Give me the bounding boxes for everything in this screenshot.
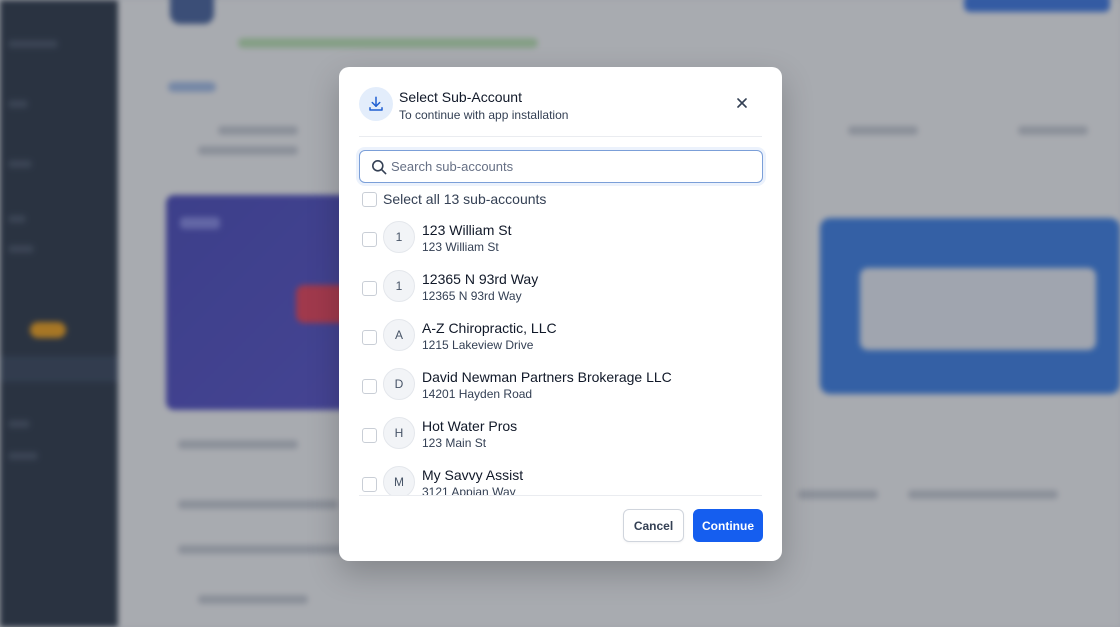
list-item[interactable]: D David Newman Partners Brokerage LLC 14… bbox=[359, 360, 763, 409]
search-input[interactable] bbox=[391, 152, 762, 181]
continue-button[interactable]: Continue bbox=[693, 509, 763, 542]
account-address: 12365 N 93rd Way bbox=[422, 289, 522, 303]
account-name: 12365 N 93rd Way bbox=[422, 271, 539, 287]
sub-account-list[interactable]: 1 123 William St 123 William St 1 12365 … bbox=[359, 213, 763, 495]
account-address: 14201 Hayden Road bbox=[422, 387, 533, 401]
dialog-header: Select Sub-Account To continue with app … bbox=[359, 87, 762, 137]
footer-divider bbox=[359, 495, 762, 496]
account-avatar: 1 bbox=[383, 270, 415, 302]
account-avatar: A bbox=[383, 319, 415, 351]
download-icon bbox=[359, 87, 393, 121]
cancel-button[interactable]: Cancel bbox=[623, 509, 684, 542]
list-item[interactable]: A A-Z Chiropractic, LLC 1215 Lakeview Dr… bbox=[359, 311, 763, 360]
select-sub-account-dialog: Select Sub-Account To continue with app … bbox=[339, 67, 782, 561]
select-all-label: Select all 13 sub-accounts bbox=[383, 191, 547, 207]
account-name: My Savvy Assist bbox=[422, 467, 524, 483]
account-checkbox[interactable] bbox=[362, 330, 377, 345]
account-avatar: 1 bbox=[383, 221, 415, 253]
search-box bbox=[359, 150, 763, 183]
account-name: 123 William St bbox=[422, 222, 512, 238]
account-name: A-Z Chiropractic, LLC bbox=[422, 320, 557, 336]
account-address: 1215 Lakeview Drive bbox=[422, 338, 534, 352]
close-icon[interactable] bbox=[730, 91, 754, 115]
account-checkbox[interactable] bbox=[362, 379, 377, 394]
account-name: David Newman Partners Brokerage LLC bbox=[422, 369, 672, 385]
account-avatar: M bbox=[383, 466, 415, 495]
list-item[interactable]: 1 12365 N 93rd Way 12365 N 93rd Way bbox=[359, 262, 763, 311]
list-item[interactable]: M My Savvy Assist 3121 Appian Way bbox=[359, 458, 763, 495]
list-item[interactable]: H Hot Water Pros 123 Main St bbox=[359, 409, 763, 458]
account-address: 123 William St bbox=[422, 240, 499, 254]
search-icon bbox=[371, 159, 387, 175]
account-checkbox[interactable] bbox=[362, 232, 377, 247]
select-all-checkbox[interactable] bbox=[362, 191, 377, 207]
header-divider bbox=[359, 136, 762, 137]
account-name: Hot Water Pros bbox=[422, 418, 518, 434]
account-checkbox[interactable] bbox=[362, 477, 377, 492]
select-all-row[interactable]: Select all 13 sub-accounts bbox=[362, 191, 546, 207]
dialog-title: Select Sub-Account bbox=[399, 89, 522, 105]
account-avatar: D bbox=[383, 368, 415, 400]
account-address: 123 Main St bbox=[422, 436, 487, 450]
account-address: 3121 Appian Way bbox=[422, 485, 516, 495]
list-item[interactable]: 1 123 William St 123 William St bbox=[359, 213, 763, 262]
dialog-subtitle: To continue with app installation bbox=[399, 108, 569, 122]
account-avatar: H bbox=[383, 417, 415, 449]
account-checkbox[interactable] bbox=[362, 428, 377, 443]
account-checkbox[interactable] bbox=[362, 281, 377, 296]
